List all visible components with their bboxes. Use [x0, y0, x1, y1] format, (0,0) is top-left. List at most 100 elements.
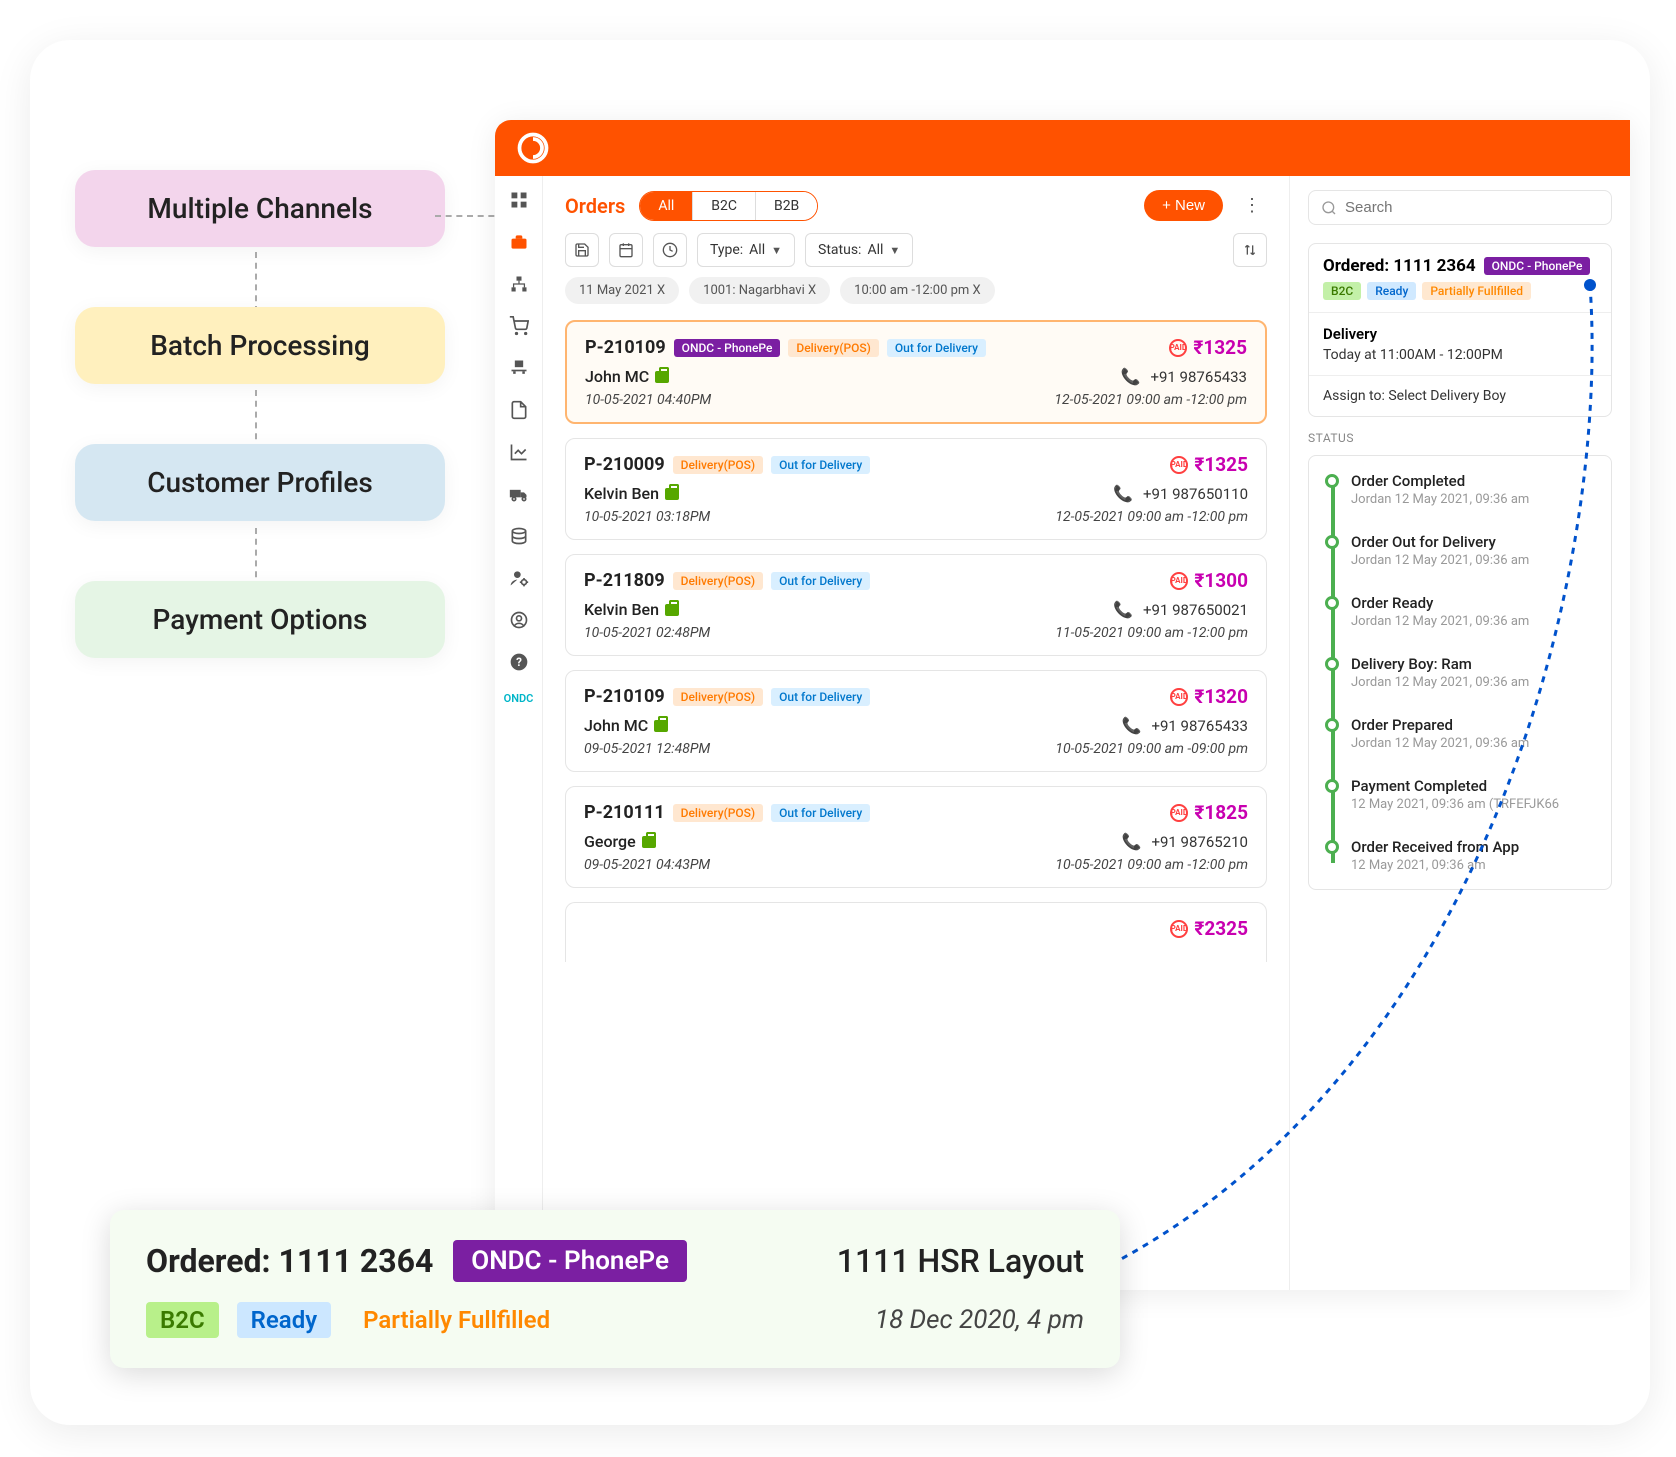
save-view-icon[interactable] — [565, 233, 599, 267]
document-icon[interactable] — [507, 398, 531, 422]
assign-delivery[interactable]: Assign to: Select Delivery Boy — [1323, 388, 1597, 404]
delivery-time: Today at 11:00AM - 12:00PM — [1323, 347, 1597, 363]
tag-b2c: B2C — [1323, 282, 1361, 300]
tag-delivery: Delivery(POS) — [673, 456, 763, 474]
tl-sub: Jordan 12 May 2021, 09:36 am — [1351, 492, 1597, 507]
tl-sub: Jordan 12 May 2021, 09:36 am — [1351, 553, 1597, 568]
filter-chip-store[interactable]: 1001: Nagarbhavi X — [689, 277, 830, 304]
eta-time: 11-05-2021 09:00 am -12:00 pm — [1055, 625, 1248, 641]
search-icon — [1321, 200, 1337, 216]
tag-status: Out for Delivery — [771, 804, 870, 822]
phone-icon[interactable]: 📞 — [1121, 367, 1141, 386]
segment-b2b[interactable]: B2B — [756, 192, 817, 220]
zoom-tag-partial: Partially Fullfilled — [349, 1302, 564, 1338]
tl-sub: 12 May 2021, 09:36 am (TRFEFJK66 — [1351, 797, 1597, 812]
paid-icon: PAID — [1170, 688, 1188, 706]
filter-chip-slot[interactable]: 10:00 am -12:00 pm X — [840, 277, 995, 304]
briefcase-icon — [655, 371, 669, 383]
pallet-icon[interactable] — [507, 356, 531, 380]
briefcase-icon[interactable] — [507, 230, 531, 254]
help-icon[interactable]: ? — [507, 650, 531, 674]
zoom-tag-ondc: ONDC - PhonePe — [453, 1240, 687, 1282]
tag-partial: Partially Fullfilled — [1422, 282, 1531, 300]
clock-icon[interactable] — [653, 233, 687, 267]
tag-status: Out for Delivery — [771, 456, 870, 474]
order-card[interactable]: P-210109 ONDC - PhonePe Delivery(POS) Ou… — [565, 320, 1267, 424]
truck-icon[interactable] — [507, 482, 531, 506]
app-logo-icon — [515, 130, 551, 166]
tag-delivery: Delivery(POS) — [673, 572, 763, 590]
dashboard-icon[interactable] — [507, 188, 531, 212]
user-settings-icon[interactable] — [507, 566, 531, 590]
order-amount: ₹1325 — [1193, 336, 1247, 359]
zoom-tag-ready: Ready — [237, 1302, 331, 1338]
status-label: Status: — [818, 242, 861, 258]
app-header — [495, 120, 1630, 176]
briefcase-icon — [654, 720, 668, 732]
order-summary-card: Ordered: 1111 2364 ONDC - PhonePe B2C Re… — [1308, 243, 1612, 417]
order-card[interactable]: P-210111 Delivery(POS) Out for Delivery … — [565, 786, 1267, 888]
order-amount: ₹1300 — [1194, 569, 1248, 592]
search-box[interactable] — [1308, 190, 1612, 225]
ondc-logo[interactable]: ONDC — [504, 692, 534, 705]
sitemap-icon[interactable] — [507, 272, 531, 296]
segment-all[interactable]: All — [640, 192, 693, 220]
tl-sub: 12 May 2021, 09:36 am — [1351, 858, 1597, 873]
type-label: Type: — [710, 242, 743, 258]
tl-title: Order Ready — [1351, 594, 1597, 612]
order-id: P-210109 — [584, 686, 665, 707]
paid-icon: PAID — [1169, 339, 1187, 357]
zoom-order-card: Ordered: 1111 2364 ONDC - PhonePe 1111 H… — [110, 1210, 1120, 1368]
order-card[interactable]: P-211809 Delivery(POS) Out for Delivery … — [565, 554, 1267, 656]
cart-icon[interactable] — [507, 314, 531, 338]
phone-icon[interactable]: 📞 — [1113, 484, 1133, 503]
zoom-address: 1111 HSR Layout — [837, 1242, 1084, 1280]
status-filter[interactable]: Status: All ▼ — [805, 233, 913, 267]
calendar-icon[interactable] — [609, 233, 643, 267]
sort-icon[interactable] — [1233, 233, 1267, 267]
tl-title: Order Received from App — [1351, 838, 1597, 856]
phone-icon[interactable]: 📞 — [1122, 832, 1142, 851]
placed-time: 10-05-2021 03:18PM — [584, 509, 710, 525]
tl-title: Payment Completed — [1351, 777, 1597, 795]
customer-phone: +91 98765210 — [1151, 833, 1248, 851]
channel-segment: All B2C B2B — [639, 191, 818, 221]
placed-time: 09-05-2021 12:48PM — [584, 741, 710, 757]
customer-phone: +91 987650021 — [1143, 601, 1248, 619]
order-card[interactable]: PAID₹2325 — [565, 902, 1267, 962]
customer-name: George — [584, 832, 636, 851]
tag-ready: Ready — [1367, 282, 1416, 300]
eta-time: 10-05-2021 09:00 am -09:00 pm — [1055, 741, 1248, 757]
chevron-down-icon: ▼ — [771, 244, 782, 257]
tl-title: Order Prepared — [1351, 716, 1597, 734]
customer-name: John MC — [584, 716, 648, 735]
search-input[interactable] — [1345, 199, 1599, 216]
support-icon[interactable] — [507, 608, 531, 632]
order-card[interactable]: P-210109 Delivery(POS) Out for Delivery … — [565, 670, 1267, 772]
status-value: All — [867, 242, 883, 258]
briefcase-icon — [642, 836, 656, 848]
tl-title: Delivery Boy: Ram — [1351, 655, 1597, 673]
phone-icon[interactable]: 📞 — [1122, 716, 1142, 735]
order-amount: ₹1325 — [1194, 453, 1248, 476]
segment-b2c[interactable]: B2C — [693, 192, 756, 220]
briefcase-icon — [665, 604, 679, 616]
type-filter[interactable]: Type: All ▼ — [697, 233, 795, 267]
order-id: P-210009 — [584, 454, 665, 475]
chart-icon[interactable] — [507, 440, 531, 464]
eta-time: 12-05-2021 09:00 am -12:00 pm — [1054, 392, 1247, 408]
kebab-menu-icon[interactable]: ⋮ — [1237, 195, 1267, 216]
customer-name: Kelvin Ben — [584, 600, 659, 619]
detail-panel: Ordered: 1111 2364 ONDC - PhonePe B2C Re… — [1290, 176, 1630, 1290]
new-order-button[interactable]: + New — [1144, 190, 1223, 221]
tl-sub: Jordan 12 May 2021, 09:36 am — [1351, 675, 1597, 690]
order-id: P-210109 — [585, 337, 666, 358]
zoom-date: 18 Dec 2020, 4 pm — [875, 1305, 1084, 1335]
phone-icon[interactable]: 📞 — [1113, 600, 1133, 619]
delivery-heading: Delivery — [1323, 325, 1597, 343]
filter-chip-date[interactable]: 11 May 2021 X — [565, 277, 679, 304]
order-card[interactable]: P-210009 Delivery(POS) Out for Delivery … — [565, 438, 1267, 540]
tag-delivery: Delivery(POS) — [673, 688, 763, 706]
tl-title: Order Completed — [1351, 472, 1597, 490]
coins-icon[interactable] — [507, 524, 531, 548]
